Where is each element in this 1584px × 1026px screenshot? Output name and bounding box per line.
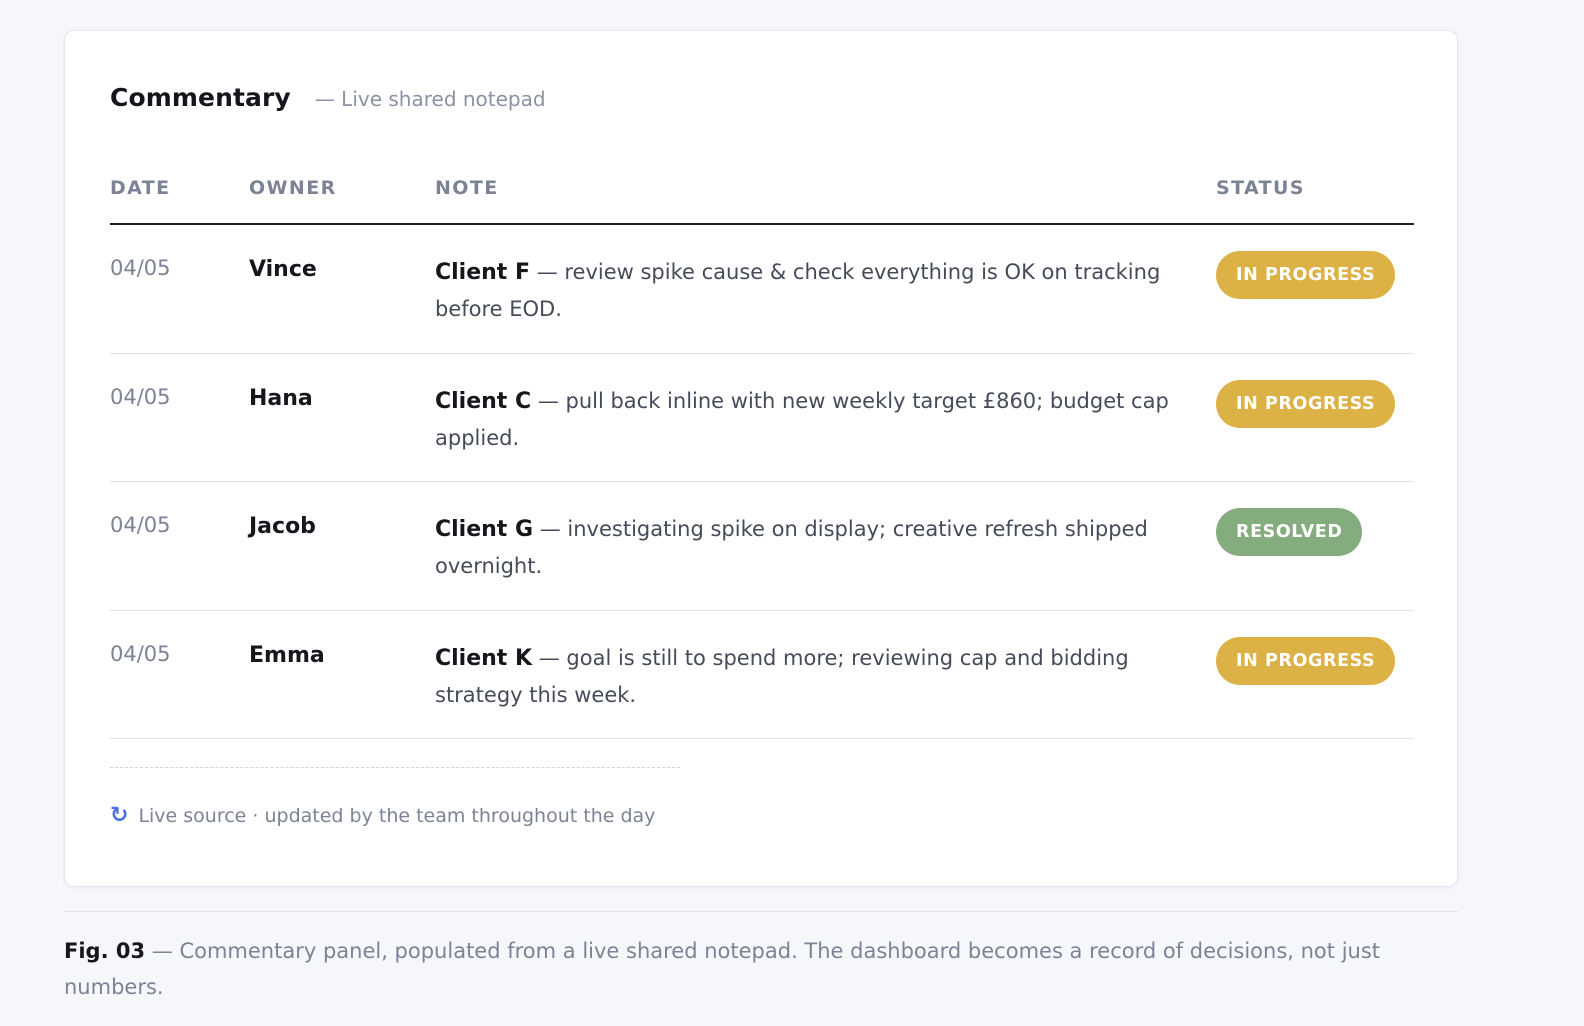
panel-header: Commentary — Live shared notepad <box>110 83 546 112</box>
row-owner: Jacob <box>249 514 316 539</box>
row-note: Client F — review spike cause & check ev… <box>435 254 1205 328</box>
live-source-text: Live source · updated by the team throug… <box>138 804 656 827</box>
row-date: 04/05 <box>110 256 171 280</box>
table-row[interactable]: 04/05 Vince Client F — review spike caus… <box>110 225 1414 354</box>
row-owner: Hana <box>249 385 313 411</box>
row-note-text: — review spike cause & check everything … <box>435 260 1161 321</box>
caption-text: — Commentary panel, populated from a liv… <box>64 939 1381 999</box>
row-client: Client F <box>435 260 531 285</box>
row-note: Client K — goal is still to spend more; … <box>435 640 1205 714</box>
column-header-status[interactable]: STATUS <box>1216 177 1305 199</box>
column-header-owner[interactable]: OWNER <box>249 177 337 199</box>
row-client: Client G <box>435 517 534 542</box>
status-badge[interactable]: IN PROGRESS <box>1216 636 1396 685</box>
status-badge[interactable]: IN PROGRESS <box>1216 379 1396 428</box>
commentary-panel: Commentary — Live shared notepad DATE OW… <box>64 30 1458 887</box>
table-row[interactable]: 04/05 Hana Client C — pull back inline w… <box>110 354 1414 482</box>
panel-subtitle: — Live shared notepad <box>314 87 546 111</box>
column-header-date[interactable]: DATE <box>110 177 171 199</box>
row-date: 04/05 <box>110 513 171 537</box>
row-owner: Vince <box>249 257 317 282</box>
row-note-text: — pull back inline with new weekly targe… <box>435 388 1169 450</box>
table-row[interactable]: 04/05 Emma Client K — goal is still to s… <box>110 611 1414 739</box>
caption-label: Fig. 03 <box>64 939 146 963</box>
status-badge[interactable]: RESOLVED <box>1216 508 1363 556</box>
row-date: 04/05 <box>110 384 171 409</box>
row-date: 04/05 <box>110 641 171 666</box>
row-client: Client K <box>435 645 533 671</box>
refresh-icon[interactable]: ↻ <box>110 803 128 828</box>
figure-caption: Fig. 03 — Commentary panel, populated fr… <box>64 933 1444 1005</box>
dashed-divider <box>110 767 680 768</box>
row-owner: Emma <box>249 642 325 668</box>
panel-title: Commentary <box>110 83 291 112</box>
row-note: Client G — investigating spike on displa… <box>435 511 1205 585</box>
table-row[interactable]: 04/05 Jacob Client G — investigating spi… <box>110 482 1414 611</box>
row-note-text: — investigating spike on display; creati… <box>435 517 1148 578</box>
live-source-note: ↻ Live source · updated by the team thro… <box>110 803 655 828</box>
row-client: Client C <box>435 388 532 414</box>
table-header: DATE OWNER NOTE STATUS <box>110 177 1414 225</box>
column-header-note[interactable]: NOTE <box>435 177 499 199</box>
caption-divider <box>64 911 1458 912</box>
commentary-table: DATE OWNER NOTE STATUS 04/05 Vince Clien… <box>110 177 1414 739</box>
row-note: Client C — pull back inline with new wee… <box>435 383 1205 457</box>
status-badge[interactable]: IN PROGRESS <box>1216 251 1396 299</box>
row-note-text: — goal is still to spend more; reviewing… <box>435 645 1129 707</box>
